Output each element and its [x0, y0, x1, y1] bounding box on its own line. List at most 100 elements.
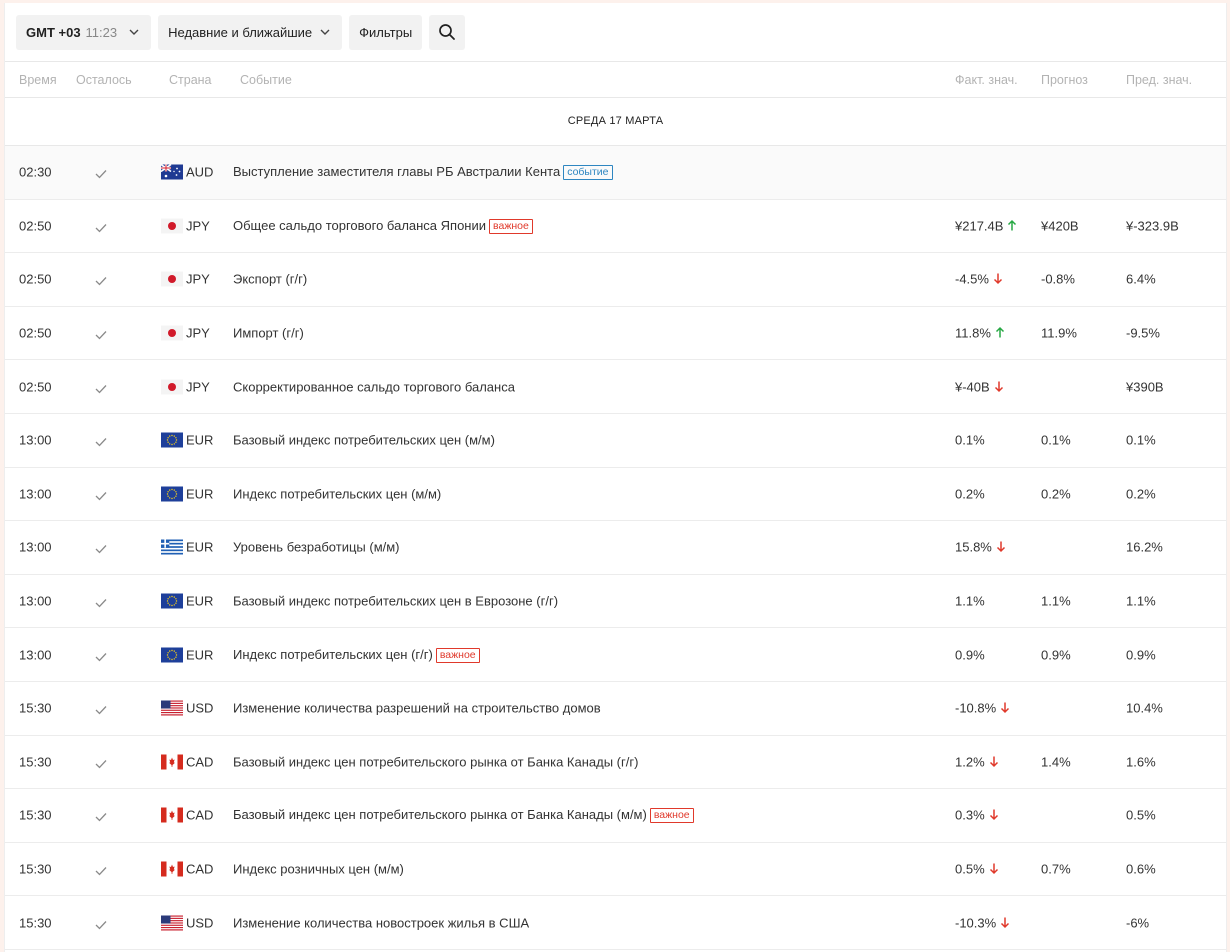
event-title[interactable]: Базовый индекс потребительских цен в Евр… — [233, 594, 558, 609]
previous-value: 10.4% — [1126, 700, 1163, 716]
event-title-text: Базовый индекс цен потребительского рынк… — [233, 754, 639, 770]
event-title[interactable]: Базовый индекс цен потребительского рынк… — [233, 754, 638, 769]
event-title-text: Базовый индекс потребительских цен в Евр… — [233, 593, 559, 609]
check-icon — [95, 757, 107, 769]
table-row[interactable]: 15:30 CAD Базовый индекс цен потребитель… — [5, 789, 1226, 843]
check-icon — [95, 435, 107, 447]
currency-code: CAD — [186, 754, 214, 770]
table-row[interactable]: 02:50 JPY Экспорт (г/г) -4.5% -0.8% 6.4% — [5, 253, 1226, 307]
table-row[interactable]: 13:00 EUR Уровень безработицы (м/м) 15.8… — [5, 521, 1226, 575]
actual-value: 0.5% — [955, 862, 999, 877]
arrow-down-icon — [994, 381, 1003, 392]
event-title[interactable]: Индекс розничных цен (м/м) — [233, 862, 404, 877]
event-title[interactable]: Уровень безработицы (м/м) — [233, 540, 400, 555]
previous-value: -6% — [1126, 915, 1150, 931]
previous-value: 0.2% — [1126, 486, 1156, 502]
currency-code: JPY — [186, 325, 210, 341]
arrow-down-icon — [1001, 702, 1010, 714]
event-title-text: Импорт (г/г) — [233, 325, 304, 341]
currency-code: EUR — [186, 593, 214, 609]
event-title[interactable]: Импорт (г/г) — [233, 326, 304, 341]
flag-us-icon — [161, 700, 183, 716]
table-row[interactable]: 15:30 CAD Базовый индекс цен потребитель… — [5, 736, 1226, 790]
check-icon — [95, 596, 107, 608]
arrow-down-icon — [989, 756, 998, 767]
currency-code: CAD — [186, 807, 214, 823]
table-header: Время Осталось Страна Событие Факт. знач… — [5, 61, 1226, 98]
event-time: 15:30 — [19, 754, 52, 770]
table-row[interactable]: 02:50 JPY Импорт (г/г) 11.8% 11.9% -9.5% — [5, 307, 1226, 361]
event-title[interactable]: Изменение количества новостроек жилья в … — [233, 915, 529, 930]
event-time: 02:50 — [19, 218, 52, 234]
table-row[interactable]: 15:30 USD Изменение количества новострое… — [5, 896, 1226, 950]
chevron-down-icon — [320, 29, 330, 35]
check-icon — [95, 221, 107, 233]
event-title[interactable]: Индекс потребительских цен (г/г) важное — [233, 647, 480, 663]
previous-value: 16.2% — [1126, 539, 1163, 555]
check-icon — [95, 328, 107, 340]
event-title[interactable]: Базовый индекс цен потребительского рынк… — [233, 807, 694, 824]
filters-button[interactable]: Фильтры — [349, 14, 423, 50]
event-time: 13:00 — [19, 432, 52, 448]
actual-value: 0.1% — [955, 433, 985, 448]
forecast-value: 1.1% — [1041, 593, 1071, 609]
check-icon — [95, 489, 107, 501]
event-title[interactable]: Скорректированное сальдо торгового балан… — [233, 379, 515, 394]
flag-eu-icon — [161, 593, 183, 609]
forecast-value: 1.4% — [1041, 754, 1071, 770]
actual-value-text: -10.8% — [955, 700, 997, 716]
event-title[interactable]: Выступление заместителя главы РБ Австрал… — [233, 164, 613, 181]
event-time: 02:50 — [19, 379, 52, 395]
currency-code: JPY — [186, 218, 210, 234]
table-row[interactable]: 13:00 EUR Индекс потребительских цен (м/… — [5, 468, 1226, 522]
table-row[interactable]: 02:30 AUD Выступление заместителя главы … — [5, 146, 1226, 200]
event-time: 02:30 — [19, 164, 52, 180]
table-row[interactable]: 13:00 EUR Индекс потребительских цен (г/… — [5, 628, 1226, 682]
previous-value: 1.1% — [1126, 593, 1156, 609]
event-title[interactable]: Индекс потребительских цен (м/м) — [233, 486, 441, 501]
flag-eu-icon — [161, 647, 183, 663]
previous-value: 0.6% — [1126, 861, 1156, 877]
table-row[interactable]: 15:30 USD Изменение количества разрешени… — [5, 682, 1226, 736]
check-icon — [95, 167, 107, 179]
sort-dropdown[interactable]: Недавние и ближайшие — [158, 14, 343, 50]
timezone-dropdown[interactable]: GMT +03 11:23 — [16, 14, 152, 50]
actual-value: 0.2% — [955, 486, 985, 501]
table-row[interactable]: 02:50 JPY Скорректированное сальдо торго… — [5, 360, 1226, 414]
important-tag: важное — [489, 218, 533, 234]
forecast-value: 0.2% — [1041, 486, 1071, 502]
event-title-text: Индекс розничных цен (м/м) — [233, 861, 404, 877]
actual-value: -4.5% — [955, 272, 1003, 287]
actual-value-text: 1.1% — [955, 593, 985, 609]
actual-value: -10.8% — [955, 701, 1010, 716]
column-previous: Пред. знач. — [1126, 73, 1193, 87]
event-title[interactable]: Базовый индекс потребительских цен (м/м) — [233, 433, 495, 448]
column-forecast: Прогноз — [1041, 73, 1088, 87]
table-row[interactable]: 13:00 EUR Базовый индекс потребительских… — [5, 414, 1226, 468]
currency-code: JPY — [186, 271, 210, 287]
actual-value-text: ¥-40B — [955, 379, 990, 395]
check-icon — [95, 864, 107, 876]
search-button[interactable] — [429, 14, 466, 50]
event-time: 02:50 — [19, 325, 52, 341]
actual-value-text: 0.9% — [955, 647, 985, 663]
previous-value: -9.5% — [1126, 325, 1160, 341]
table-row[interactable]: 15:30 CAD Индекс розничных цен (м/м) 0.5… — [5, 843, 1226, 897]
economic-calendar-panel: GMT +03 11:23 Недавние и ближайшие Фильт… — [4, 3, 1227, 952]
flag-us-icon — [161, 915, 183, 931]
currency-code: EUR — [186, 432, 214, 448]
event-time: 13:00 — [19, 647, 52, 663]
check-icon — [95, 918, 107, 930]
actual-value-text: 0.2% — [955, 486, 985, 502]
event-title[interactable]: Экспорт (г/г) — [233, 272, 307, 287]
actual-value: 0.9% — [955, 647, 985, 662]
column-time: Время — [19, 73, 57, 87]
flag-jp-icon — [161, 325, 183, 341]
events-list: 02:30 AUD Выступление заместителя главы … — [5, 146, 1226, 950]
arrow-up-icon — [995, 327, 1004, 338]
event-title[interactable]: Изменение количества разрешений на строи… — [233, 701, 601, 716]
table-row[interactable]: 02:50 JPY Общее сальдо торгового баланса… — [5, 200, 1226, 254]
event-title[interactable]: Общее сальдо торгового баланса Японии важ… — [233, 218, 533, 234]
table-row[interactable]: 13:00 EUR Базовый индекс потребительских… — [5, 575, 1226, 629]
flag-ca-icon — [161, 861, 183, 877]
